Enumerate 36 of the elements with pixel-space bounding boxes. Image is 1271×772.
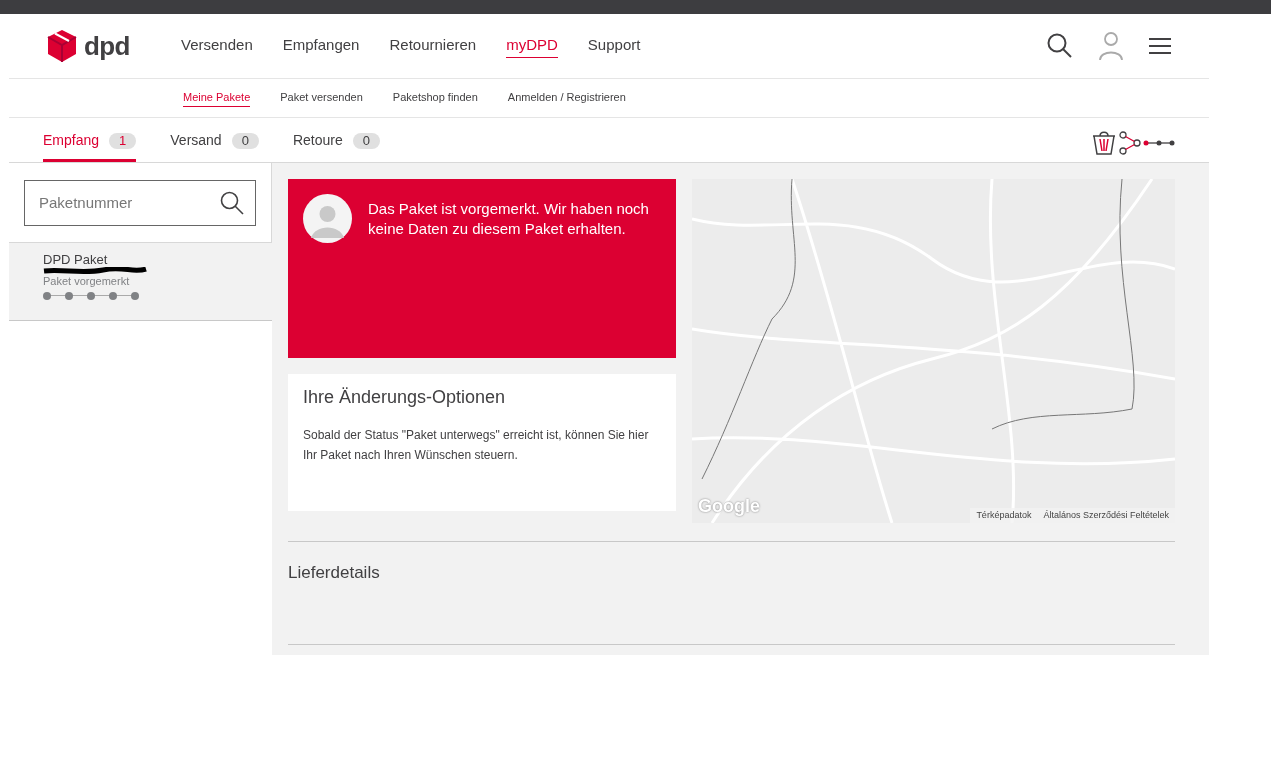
parcel-title: DPD Paket: [43, 252, 108, 267]
share-icon[interactable]: [1119, 131, 1141, 155]
subnav-link[interactable]: Anmelden / Registrieren: [507, 88, 626, 108]
options-text: Sobald der Status "Paket unterwegs" erreicht ist, können Sie hier Ihr Paket nach Ihren Wünschen steuern.: [303, 427, 650, 464]
tab[interactable]: Versand 0: [170, 130, 259, 162]
avatar-icon: [303, 194, 352, 243]
nav-link[interactable]: Versenden: [181, 33, 253, 59]
logo-icon: [46, 29, 78, 63]
logo-text: dpd: [84, 29, 130, 63]
nav-link[interactable]: myDPD: [506, 33, 558, 59]
status-message: Das Paket ist vorgemerkt. Wir haben noch keine Daten zu diesem Paket erhalten.: [368, 199, 650, 239]
tracking-icon[interactable]: [1143, 139, 1175, 147]
count-badge: 0: [231, 132, 259, 149]
nav-link[interactable]: Retournieren: [389, 33, 477, 59]
subnav-link[interactable]: Meine Pakete: [183, 88, 251, 108]
search-icon[interactable]: [220, 190, 244, 215]
parcel-item[interactable]: DPD Paket Paket vorgemerkt: [9, 243, 272, 321]
tab[interactable]: Retoure 0: [292, 130, 380, 162]
trash-icon[interactable]: [1091, 130, 1117, 156]
tab-label: Versand: [170, 131, 222, 150]
subnav-link[interactable]: Paketshop finden: [392, 88, 478, 108]
delivery-details-title: Lieferdetails: [288, 562, 381, 584]
map-link[interactable]: Általános Szerződési Feltételek: [1043, 508, 1169, 522]
map-link[interactable]: Térképadatok: [976, 508, 1032, 522]
nav-link[interactable]: Support: [587, 33, 641, 59]
tab-label: Retoure: [292, 131, 343, 150]
parcel-status: Paket vorgemerkt: [43, 275, 130, 288]
search-field[interactable]: Paketnummer: [24, 179, 256, 226]
menu-icon[interactable]: [1149, 38, 1171, 54]
tab-label: Empfang: [43, 131, 100, 150]
nav-link[interactable]: Empfangen: [282, 33, 360, 59]
count-badge: 1: [109, 132, 137, 149]
subnav-link[interactable]: Paket versenden: [280, 88, 363, 108]
search-icon[interactable]: [1047, 33, 1073, 59]
options-title: Ihre Änderungs-Optionen: [303, 386, 507, 409]
count-badge: 0: [352, 132, 380, 149]
